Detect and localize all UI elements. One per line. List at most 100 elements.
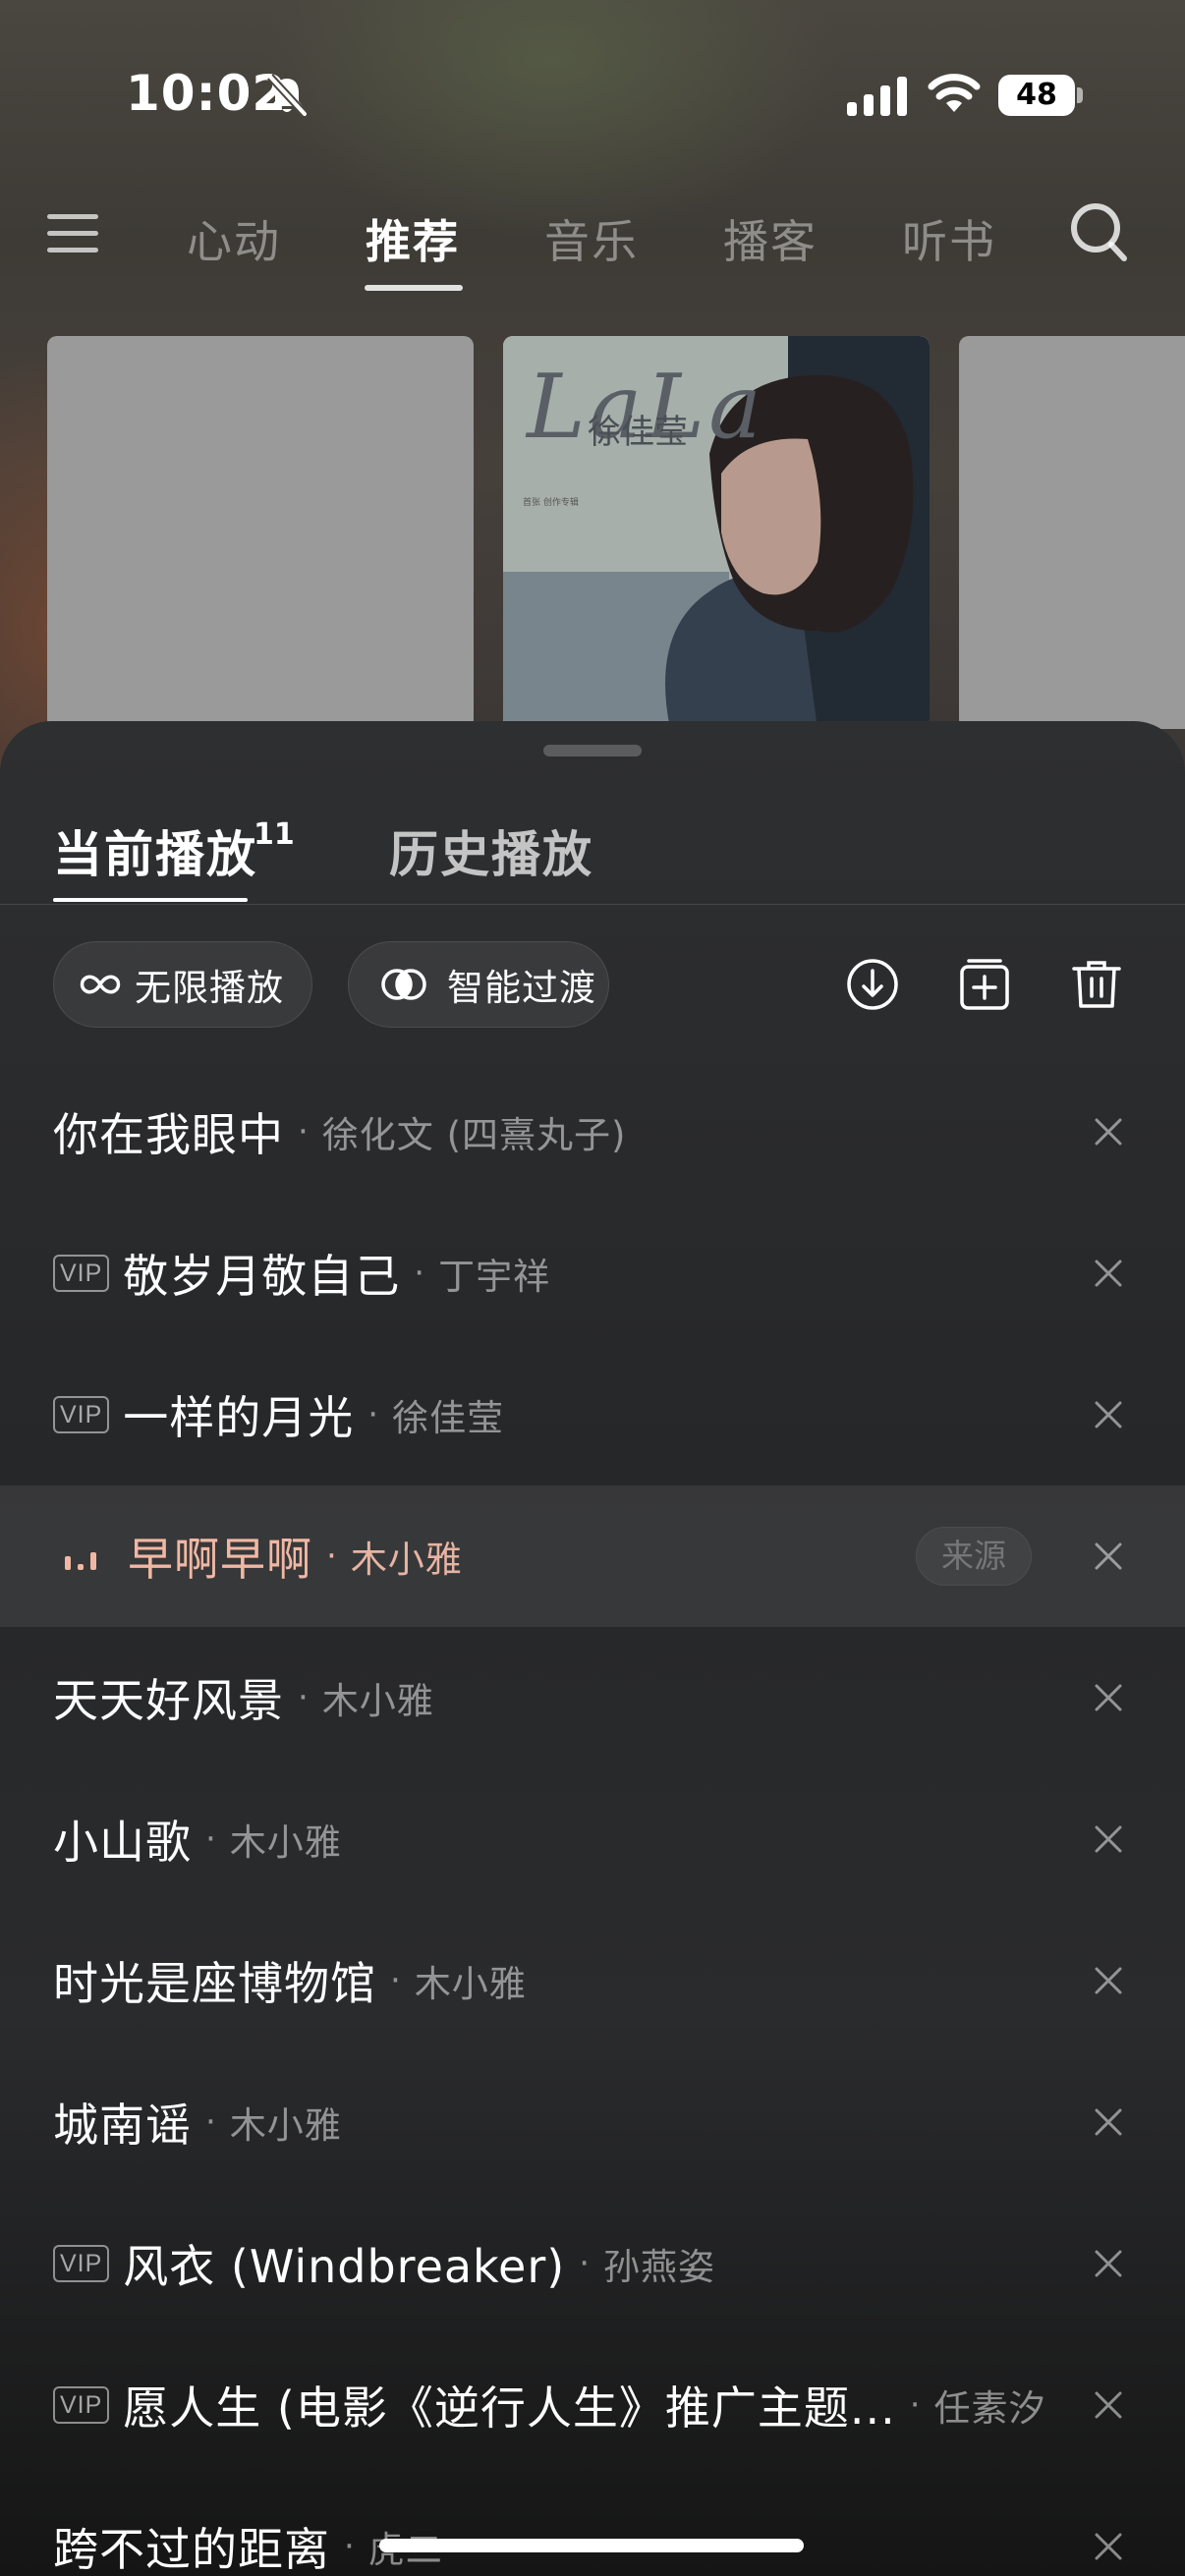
tab-music[interactable]: 音乐 <box>544 206 639 271</box>
song-artist: 木小雅 <box>414 1963 527 2005</box>
album-artist: 徐佳莹 <box>588 413 688 452</box>
close-icon[interactable] <box>1093 1540 1124 1572</box>
infinite-play-button[interactable]: 无限播放 <box>53 941 312 1028</box>
queue-row[interactable]: VIP 风衣 (Windbreaker) · 孙燕姿 <box>0 2193 1185 2334</box>
sheet-grabber[interactable] <box>543 745 642 756</box>
queue-row[interactable]: 时光是座博物馆 · 木小雅 <box>0 1910 1185 2051</box>
carousel-card-album[interactable]: LaLa 徐佳莹 首张 创作专辑 <box>503 336 930 729</box>
carousel-card-placeholder[interactable] <box>47 336 474 729</box>
queue-row[interactable]: 你在我眼中 · 徐化文 (四熹丸子) <box>0 1061 1185 1203</box>
queue-count: 11 <box>254 817 295 852</box>
carousel-card-placeholder[interactable] <box>959 336 1185 729</box>
tab-active-indicator <box>365 285 463 291</box>
song-artist: 孙燕姿 <box>603 2246 716 2288</box>
battery-cap <box>1077 87 1083 103</box>
album-subtitle: 首张 创作专辑 <box>523 498 579 508</box>
tab-audiobook[interactable]: 听书 <box>902 206 996 271</box>
close-icon[interactable] <box>1093 1399 1124 1430</box>
crossfade-icon <box>381 969 426 1000</box>
song-title: 早啊早啊 <box>128 1533 312 1586</box>
cellular-signal-icon <box>847 77 907 116</box>
tab-podcast[interactable]: 播客 <box>723 206 818 271</box>
separator: · <box>205 2102 216 2142</box>
close-icon[interactable] <box>1093 2106 1124 2138</box>
download-icon[interactable] <box>845 957 900 1012</box>
status-bar: 10:02 48 <box>0 0 1185 187</box>
queue-row[interactable]: VIP 一样的月光 · 徐佳莹 <box>0 1344 1185 1485</box>
battery-indicator: 48 <box>998 75 1083 116</box>
tab-history[interactable]: 历史播放 <box>389 815 593 886</box>
close-icon[interactable] <box>1093 2531 1124 2562</box>
close-icon[interactable] <box>1093 1682 1124 1713</box>
tab-active-indicator <box>53 898 248 902</box>
song-artist: 徐化文 (四熹丸子) <box>321 1114 627 1156</box>
tab-now-playing[interactable]: 当前播放 <box>53 815 257 886</box>
song-title: 小山歌 <box>53 1816 192 1869</box>
close-icon[interactable] <box>1093 1823 1124 1855</box>
vip-badge: VIP <box>53 1255 110 1292</box>
song-artist: 徐佳莹 <box>392 1397 505 1439</box>
recommend-carousel: LaLa 徐佳莹 首张 创作专辑 <box>0 336 1185 729</box>
song-artist: 木小雅 <box>350 1539 463 1581</box>
separator: · <box>579 2244 591 2283</box>
song-artist: 木小雅 <box>229 2104 342 2147</box>
song-title: 风衣 (Windbreaker) <box>123 2240 566 2293</box>
queue-row[interactable]: 天天好风景 · 木小雅 <box>0 1627 1185 1768</box>
background-page: 10:02 48 心动 推荐 音乐 播客 听书 LaLa 徐佳莹 首张 创作专辑 <box>0 0 1185 786</box>
vip-badge: VIP <box>53 2245 110 2282</box>
close-icon[interactable] <box>1093 1965 1124 1996</box>
song-title: 时光是座博物馆 <box>53 1957 376 2010</box>
battery-level: 48 <box>998 75 1075 116</box>
trash-icon[interactable] <box>1069 957 1124 1012</box>
home-indicator[interactable] <box>379 2539 804 2552</box>
queue-row-playing[interactable]: 早啊早啊 · 木小雅 来源 <box>0 1485 1185 1627</box>
separator: · <box>390 1961 401 2000</box>
tab-recommend[interactable]: 推荐 <box>366 206 460 271</box>
close-icon[interactable] <box>1093 2389 1124 2421</box>
song-artist: 木小雅 <box>321 1680 434 1722</box>
top-nav: 心动 推荐 音乐 播客 听书 <box>0 187 1185 305</box>
smart-crossfade-label: 智能过渡 <box>447 967 596 1009</box>
wifi-icon <box>928 74 981 112</box>
smart-crossfade-button[interactable]: 智能过渡 <box>348 941 609 1028</box>
tab-divider <box>0 904 1185 905</box>
menu-icon[interactable] <box>45 206 100 261</box>
song-title: 你在我眼中 <box>53 1108 284 1161</box>
song-title: 愿人生 (电影《逆行人生》推广主题... <box>123 2381 896 2435</box>
separator: · <box>326 1537 337 1576</box>
vip-badge: VIP <box>53 1396 110 1433</box>
song-title: 一样的月光 <box>123 1391 355 1444</box>
status-time: 10:02 <box>126 65 288 122</box>
song-title: 城南谣 <box>53 2099 192 2152</box>
separator: · <box>298 1112 309 1151</box>
play-queue-sheet: 当前播放 11 历史播放 无限播放 智能过渡 你在我眼中 · 徐化文 (四熹丸子… <box>0 721 1185 2576</box>
add-to-playlist-icon[interactable] <box>957 957 1012 1012</box>
vip-badge: VIP <box>53 2386 110 2424</box>
separator: · <box>367 1395 379 1434</box>
separator: · <box>344 2527 355 2566</box>
song-title: 天天好风景 <box>53 1674 284 1727</box>
close-icon[interactable] <box>1093 2248 1124 2279</box>
separator: · <box>414 1254 425 1293</box>
bell-slash-icon <box>267 74 308 117</box>
song-artist: 木小雅 <box>229 1821 342 1864</box>
song-artist: 任素汐 <box>933 2387 1046 2430</box>
queue-row[interactable]: VIP 愿人生 (电影《逆行人生》推广主题... · 任素汐 <box>0 2334 1185 2476</box>
song-title: 跨不过的距离 <box>53 2523 330 2576</box>
infinite-play-label: 无限播放 <box>135 967 284 1009</box>
separator: · <box>298 1678 309 1717</box>
queue-row[interactable]: VIP 敬岁月敬自己 · 丁宇祥 <box>0 1203 1185 1344</box>
queue-row[interactable]: 小山歌 · 木小雅 <box>0 1768 1185 1910</box>
queue-row[interactable]: 跨不过的距离 · 虎二 <box>0 2476 1185 2576</box>
close-icon[interactable] <box>1093 1258 1124 1289</box>
song-artist: 丁宇祥 <box>438 1256 551 1298</box>
search-icon[interactable] <box>1069 200 1130 265</box>
tab-heartbeat[interactable]: 心动 <box>187 206 281 271</box>
separator: · <box>205 1820 216 1859</box>
queue-row[interactable]: 城南谣 · 木小雅 <box>0 2051 1185 2193</box>
separator: · <box>909 2385 921 2425</box>
source-button[interactable]: 来源 <box>916 1527 1032 1586</box>
close-icon[interactable] <box>1093 1116 1124 1148</box>
now-playing-equalizer-icon <box>65 1552 96 1570</box>
song-title: 敬岁月敬自己 <box>123 1250 401 1303</box>
